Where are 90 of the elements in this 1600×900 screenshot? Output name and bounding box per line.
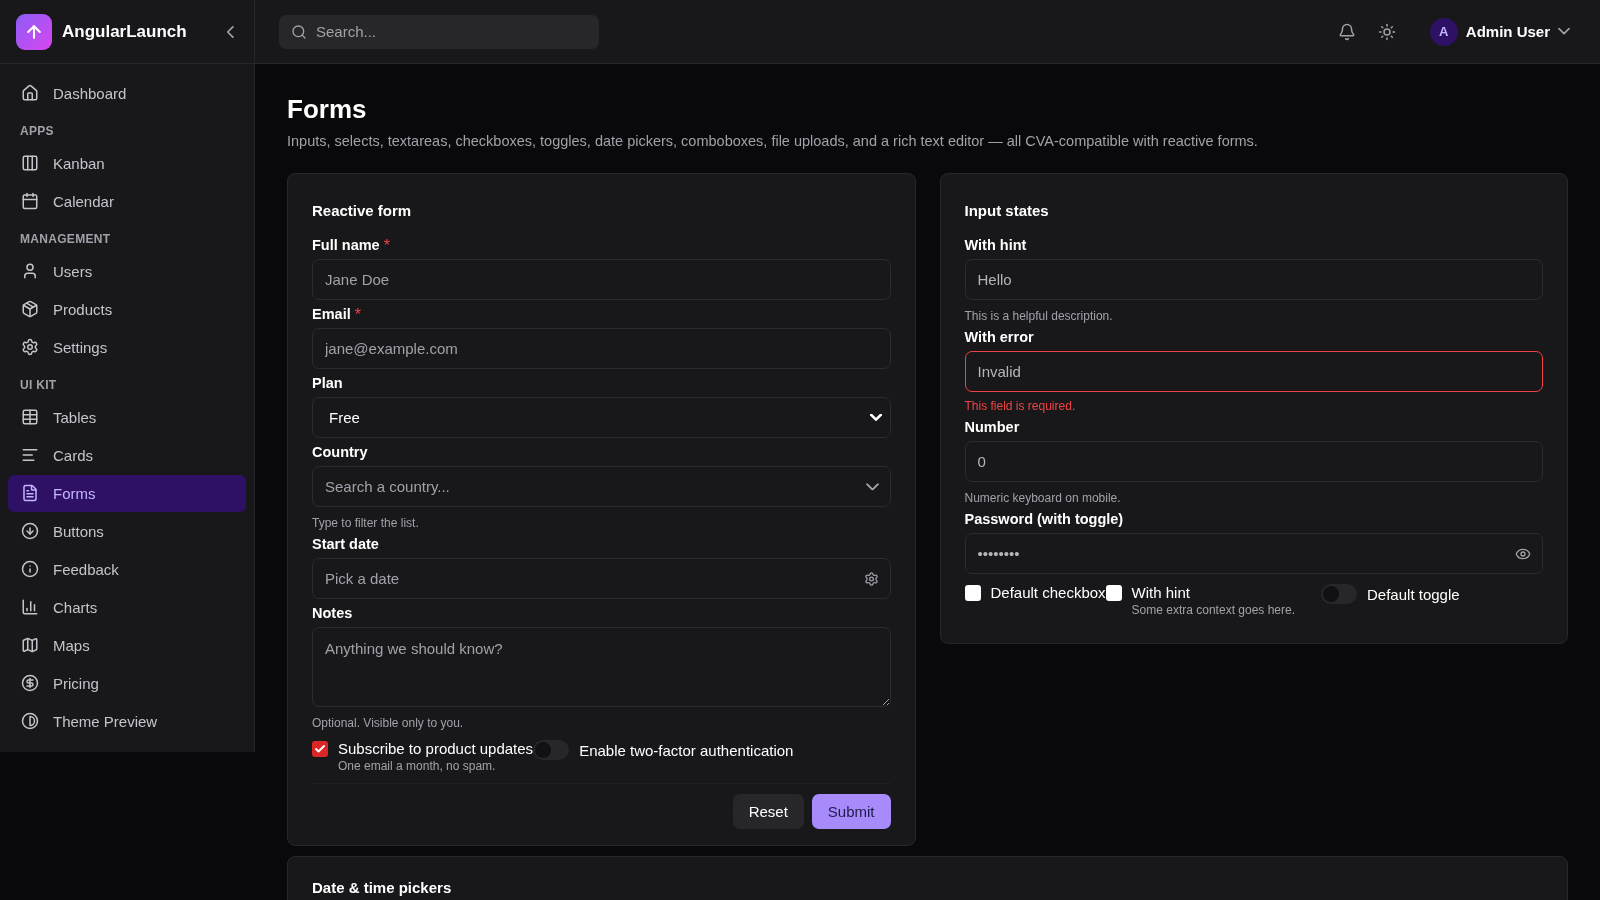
nav-item[interactable]: Calendar: [8, 182, 246, 220]
bar-chart-icon: [21, 598, 39, 616]
field-label: Email: [312, 306, 351, 322]
dollar-icon: [21, 674, 39, 692]
input-field[interactable]: Invalid: [964, 351, 1543, 392]
field-label: Password (with toggle): [964, 511, 1124, 527]
nav-item[interactable]: Products: [8, 290, 246, 328]
settings-icon: [21, 338, 39, 356]
field-label: Notes: [312, 605, 353, 621]
nav-item[interactable]: Theme Preview: [8, 702, 246, 740]
section-heading: APPS: [19, 123, 55, 140]
chevron-down-icon: [1558, 28, 1570, 35]
nav-item[interactable]: Feedback: [8, 550, 246, 588]
card-title: Reactive form: [312, 202, 413, 219]
contrast-icon: [21, 712, 39, 730]
nav-item[interactable]: Charts: [8, 588, 246, 626]
nav-item[interactable]: Users: [8, 252, 246, 290]
card-title: Input states: [964, 202, 1050, 219]
option-hint: Some extra context goes here.: [1131, 603, 1295, 617]
nav-item[interactable]: Dashboard: [8, 74, 246, 112]
reset-button[interactable]: Reset: [732, 794, 804, 829]
chevron-down-icon: [865, 482, 879, 491]
field-label: Start date: [312, 536, 379, 552]
field-label: Full name: [312, 237, 380, 253]
required-mark: *: [354, 306, 361, 325]
textarea-field[interactable]: Anything we should know?: [312, 627, 891, 707]
option-label: Enable two-factor authentication: [579, 741, 794, 759]
avatar: A: [1429, 17, 1458, 46]
combobox-field[interactable]: Search a country...: [312, 466, 891, 507]
search-icon: [291, 23, 307, 40]
gear-icon: [863, 571, 879, 586]
field-hint: This is a helpful description.: [964, 309, 1114, 323]
select-field[interactable]: Free: [312, 397, 891, 438]
input-field[interactable]: Jane Doe: [312, 259, 891, 300]
map-icon: [21, 636, 39, 654]
submit-button[interactable]: Submit: [811, 794, 891, 829]
field-label: Country: [312, 444, 368, 460]
toggle-switch[interactable]: [1321, 584, 1357, 604]
nav-item[interactable]: Cards: [8, 436, 246, 474]
checkbox[interactable]: [312, 740, 328, 757]
section-heading: MANAGEMENT: [19, 231, 112, 248]
field-label: Plan: [312, 375, 343, 391]
calendar-icon: [21, 192, 39, 210]
nav-item[interactable]: Tables: [8, 398, 246, 436]
input-field[interactable]: 0: [964, 441, 1543, 482]
page-description: Inputs, selects, textareas, checkboxes, toggles, date pickers, comboboxes, file uploads, and a rich text editor — all CVA-compatible with reactive forms.: [287, 133, 1259, 149]
columns-icon: [21, 154, 39, 172]
field-hint: Optional. Visible only to you.: [312, 716, 465, 730]
option-label: Default checkbox: [990, 584, 1106, 601]
date-field[interactable]: Pick a date: [312, 558, 891, 599]
checkbox[interactable]: [964, 584, 981, 601]
input-field[interactable]: Hello: [964, 259, 1543, 300]
document-icon: [21, 484, 39, 502]
lines-icon: [21, 446, 39, 464]
option-label: Subscribe to product updates: [338, 740, 534, 757]
field-label: With error: [964, 329, 1034, 345]
search-field[interactable]: Search...: [279, 14, 599, 49]
error-message: This field is required.: [964, 399, 1077, 413]
nav-item[interactable]: Forms: [8, 474, 246, 512]
page-title: Forms: [287, 94, 368, 125]
box-icon: [21, 300, 39, 318]
user-menu[interactable]: A Admin User: [1423, 16, 1576, 47]
option-label: Default toggle: [1367, 585, 1460, 603]
brand-name: AngularLaunch: [62, 21, 188, 42]
table-icon: [21, 408, 39, 426]
input-field[interactable]: jane@example.com: [312, 328, 891, 369]
arrow-down-circle-icon: [21, 522, 39, 540]
nav-item[interactable]: Maps: [8, 626, 246, 664]
user-icon: [21, 262, 39, 280]
required-mark: *: [383, 237, 390, 256]
check-icon: [314, 742, 326, 755]
card-title: Date & time pickers: [312, 879, 453, 896]
logo-icon: [16, 13, 52, 50]
password-field[interactable]: ••••••••: [964, 533, 1543, 574]
chevron-down-icon: [869, 414, 882, 421]
nav-item[interactable]: Settings: [8, 328, 246, 366]
field-label: Number: [964, 419, 1020, 435]
home-icon: [21, 84, 39, 102]
section-heading: UI KIT: [19, 377, 58, 394]
option-hint: One email a month, no spam.: [338, 759, 497, 773]
checkbox[interactable]: [1105, 584, 1122, 601]
nav-item[interactable]: Buttons: [8, 512, 246, 550]
toggle-switch[interactable]: [533, 740, 570, 760]
field-label: With hint: [964, 237, 1027, 253]
nav-item[interactable]: Kanban: [8, 144, 246, 182]
option-label: With hint: [1131, 584, 1190, 601]
field-hint: Numeric keyboard on mobile.: [964, 491, 1122, 505]
field-hint: Type to filter the list.: [312, 516, 420, 530]
nav-item[interactable]: Pricing: [8, 664, 246, 702]
info-icon: [21, 560, 39, 578]
